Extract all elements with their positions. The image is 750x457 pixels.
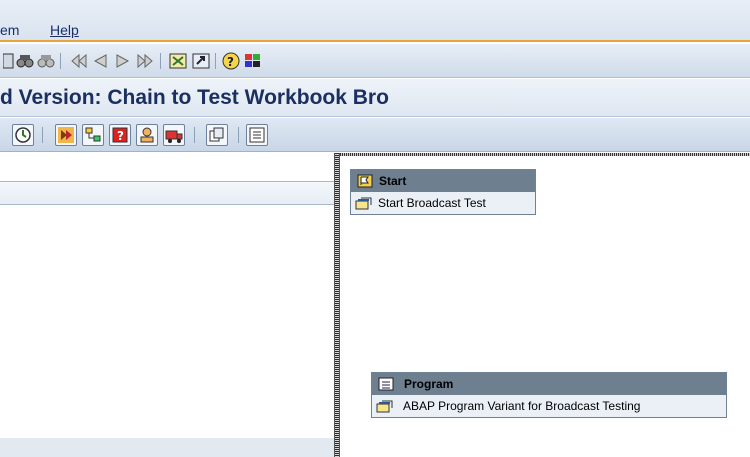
svg-text:?: ? <box>117 129 124 143</box>
last-page-icon[interactable] <box>136 52 154 70</box>
program-node-item[interactable]: ABAP Program Variant for Broadcast Testi… <box>372 395 726 417</box>
first-page-icon[interactable] <box>70 52 88 70</box>
check-icon[interactable]: ? <box>109 124 131 146</box>
program-node-title: Program <box>404 377 454 391</box>
start-flag-icon <box>356 174 373 188</box>
toolbar-separator <box>160 53 161 69</box>
start-node-item-label: Start Broadcast Test <box>378 196 486 210</box>
start-node-header: Start <box>351 170 535 192</box>
start-node-title: Start <box>379 174 407 188</box>
left-pane-header <box>0 181 334 205</box>
planning-view-icon[interactable] <box>82 124 104 146</box>
menu-help[interactable]: Help <box>50 22 79 38</box>
right-pane-top-border <box>340 153 750 156</box>
find-next-icon[interactable] <box>37 52 55 70</box>
help-icon[interactable]: ? <box>222 52 240 70</box>
left-pane <box>0 153 334 457</box>
program-node-item-label: ABAP Program Variant for Broadcast Testi… <box>403 399 641 413</box>
start-node[interactable]: Start Start Broadcast Test <box>350 169 536 215</box>
program-list-icon <box>377 377 394 391</box>
shortcut-icon[interactable] <box>192 52 210 70</box>
next-page-icon[interactable] <box>114 52 132 70</box>
schedule-icon[interactable] <box>12 124 34 146</box>
user-icon[interactable] <box>136 124 158 146</box>
process-variant-icon <box>355 196 372 210</box>
menu-bar: em Help <box>0 0 750 42</box>
toolbar-separator <box>42 127 43 143</box>
layout-icon[interactable] <box>244 52 262 70</box>
toolbar-separator <box>194 127 195 143</box>
find-icon[interactable] <box>16 52 34 70</box>
start-node-item[interactable]: Start Broadcast Test <box>351 192 535 214</box>
toolbar-separator <box>215 53 216 69</box>
toolbar-separator <box>238 127 239 143</box>
toolbar-separator <box>60 53 61 69</box>
standard-toolbar: ? <box>0 44 750 78</box>
activate-icon[interactable] <box>55 124 77 146</box>
pane-splitter[interactable] <box>334 153 340 457</box>
process-variant-icon <box>376 399 393 413</box>
application-toolbar: ? <box>0 118 750 152</box>
left-pane-footer <box>0 438 334 457</box>
transport-icon[interactable] <box>163 124 185 146</box>
program-node[interactable]: Program ABAP Program Variant for Broadca… <box>371 372 727 418</box>
create-session-icon[interactable] <box>169 52 187 70</box>
title-bar: d Version: Chain to Test Workbook Bro <box>0 79 750 117</box>
menu-system[interactable]: em <box>0 22 19 38</box>
page-title: d Version: Chain to Test Workbook Bro <box>0 86 389 109</box>
svg-text:?: ? <box>227 55 234 69</box>
list-icon[interactable] <box>246 124 268 146</box>
program-node-header: Program <box>372 373 726 395</box>
copy-icon[interactable] <box>206 124 228 146</box>
previous-page-icon[interactable] <box>92 52 110 70</box>
